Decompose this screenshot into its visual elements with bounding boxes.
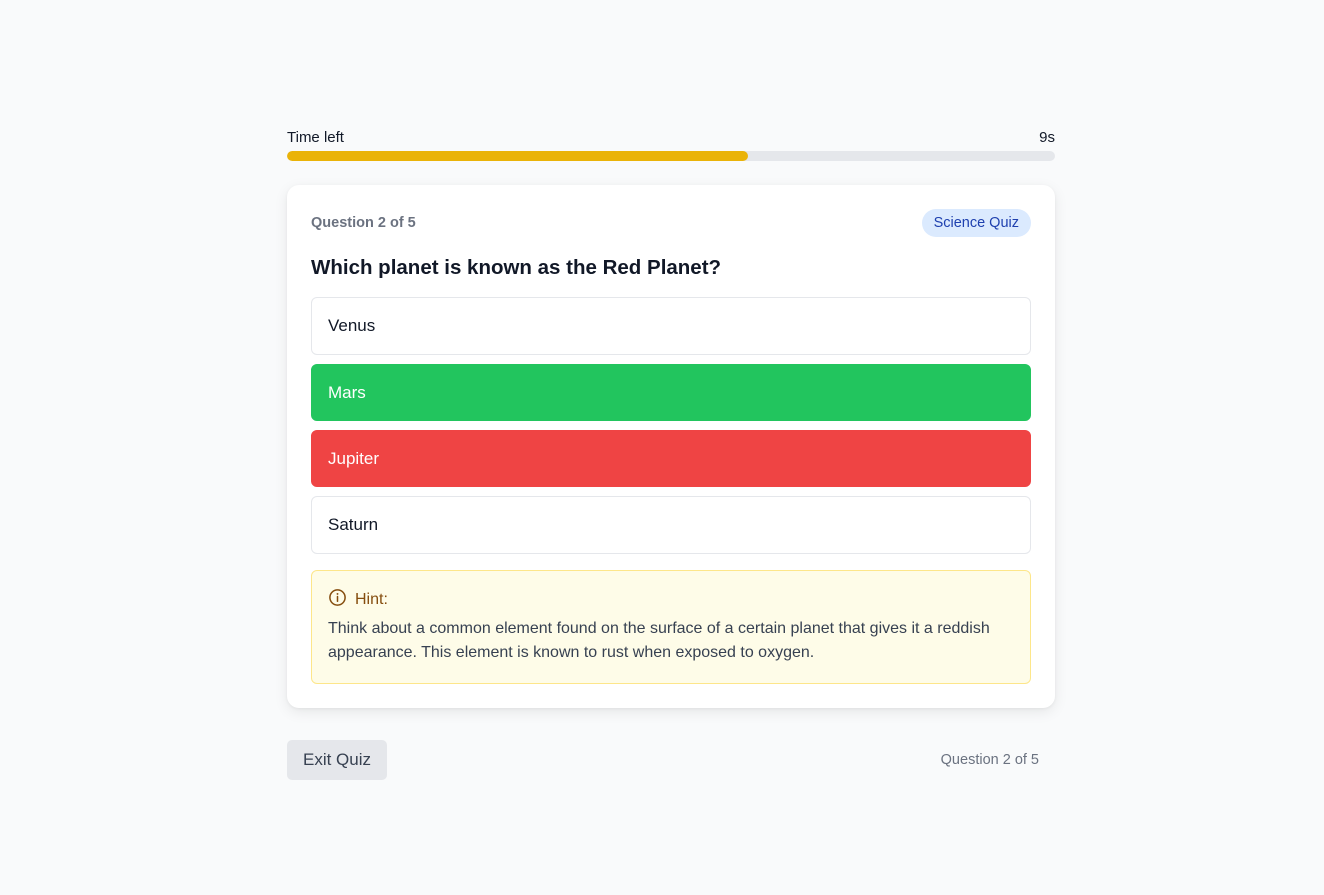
card-header: Question 2 of 5 Science Quiz [311, 209, 1031, 237]
quiz-container: Time left 9s Question 2 of 5 Science Qui… [287, 128, 1055, 780]
hint-header: Hint: [328, 589, 1014, 611]
hint-box: Hint: Think about a common element found… [311, 570, 1031, 684]
answer-option-label: Jupiter [328, 448, 380, 468]
answer-option-venus[interactable]: Venus [311, 297, 1031, 355]
answer-option-jupiter[interactable]: Jupiter [311, 430, 1031, 487]
quiz-footer: Exit Quiz Question 2 of 5 [287, 740, 1055, 780]
timer-header: Time left 9s [287, 128, 1055, 146]
hint-title: Hint: [355, 591, 388, 608]
answer-option-label: Mars [328, 382, 366, 402]
timer-label: Time left [287, 128, 344, 146]
timer-progress-fill [287, 151, 748, 161]
footer-question-counter: Question 2 of 5 [940, 752, 1039, 768]
question-card: Question 2 of 5 Science Quiz Which plane… [287, 185, 1055, 708]
answer-option-saturn[interactable]: Saturn [311, 496, 1031, 554]
hint-text: Think about a common element found on th… [328, 620, 990, 661]
info-circle-icon [328, 588, 347, 612]
answer-option-label: Venus [328, 316, 376, 335]
timer-progress-track [287, 151, 1055, 161]
question-counter: Question 2 of 5 [311, 215, 416, 231]
question-text: Which planet is known as the Red Planet? [311, 256, 722, 279]
answer-options: Venus Mars Jupiter Saturn [311, 297, 1031, 554]
exit-quiz-button[interactable]: Exit Quiz [287, 740, 388, 780]
timer-value: 9s [1039, 128, 1055, 146]
quiz-category-badge: Science Quiz [921, 209, 1031, 237]
answer-option-mars[interactable]: Mars [311, 364, 1031, 421]
answer-option-label: Saturn [328, 515, 379, 534]
